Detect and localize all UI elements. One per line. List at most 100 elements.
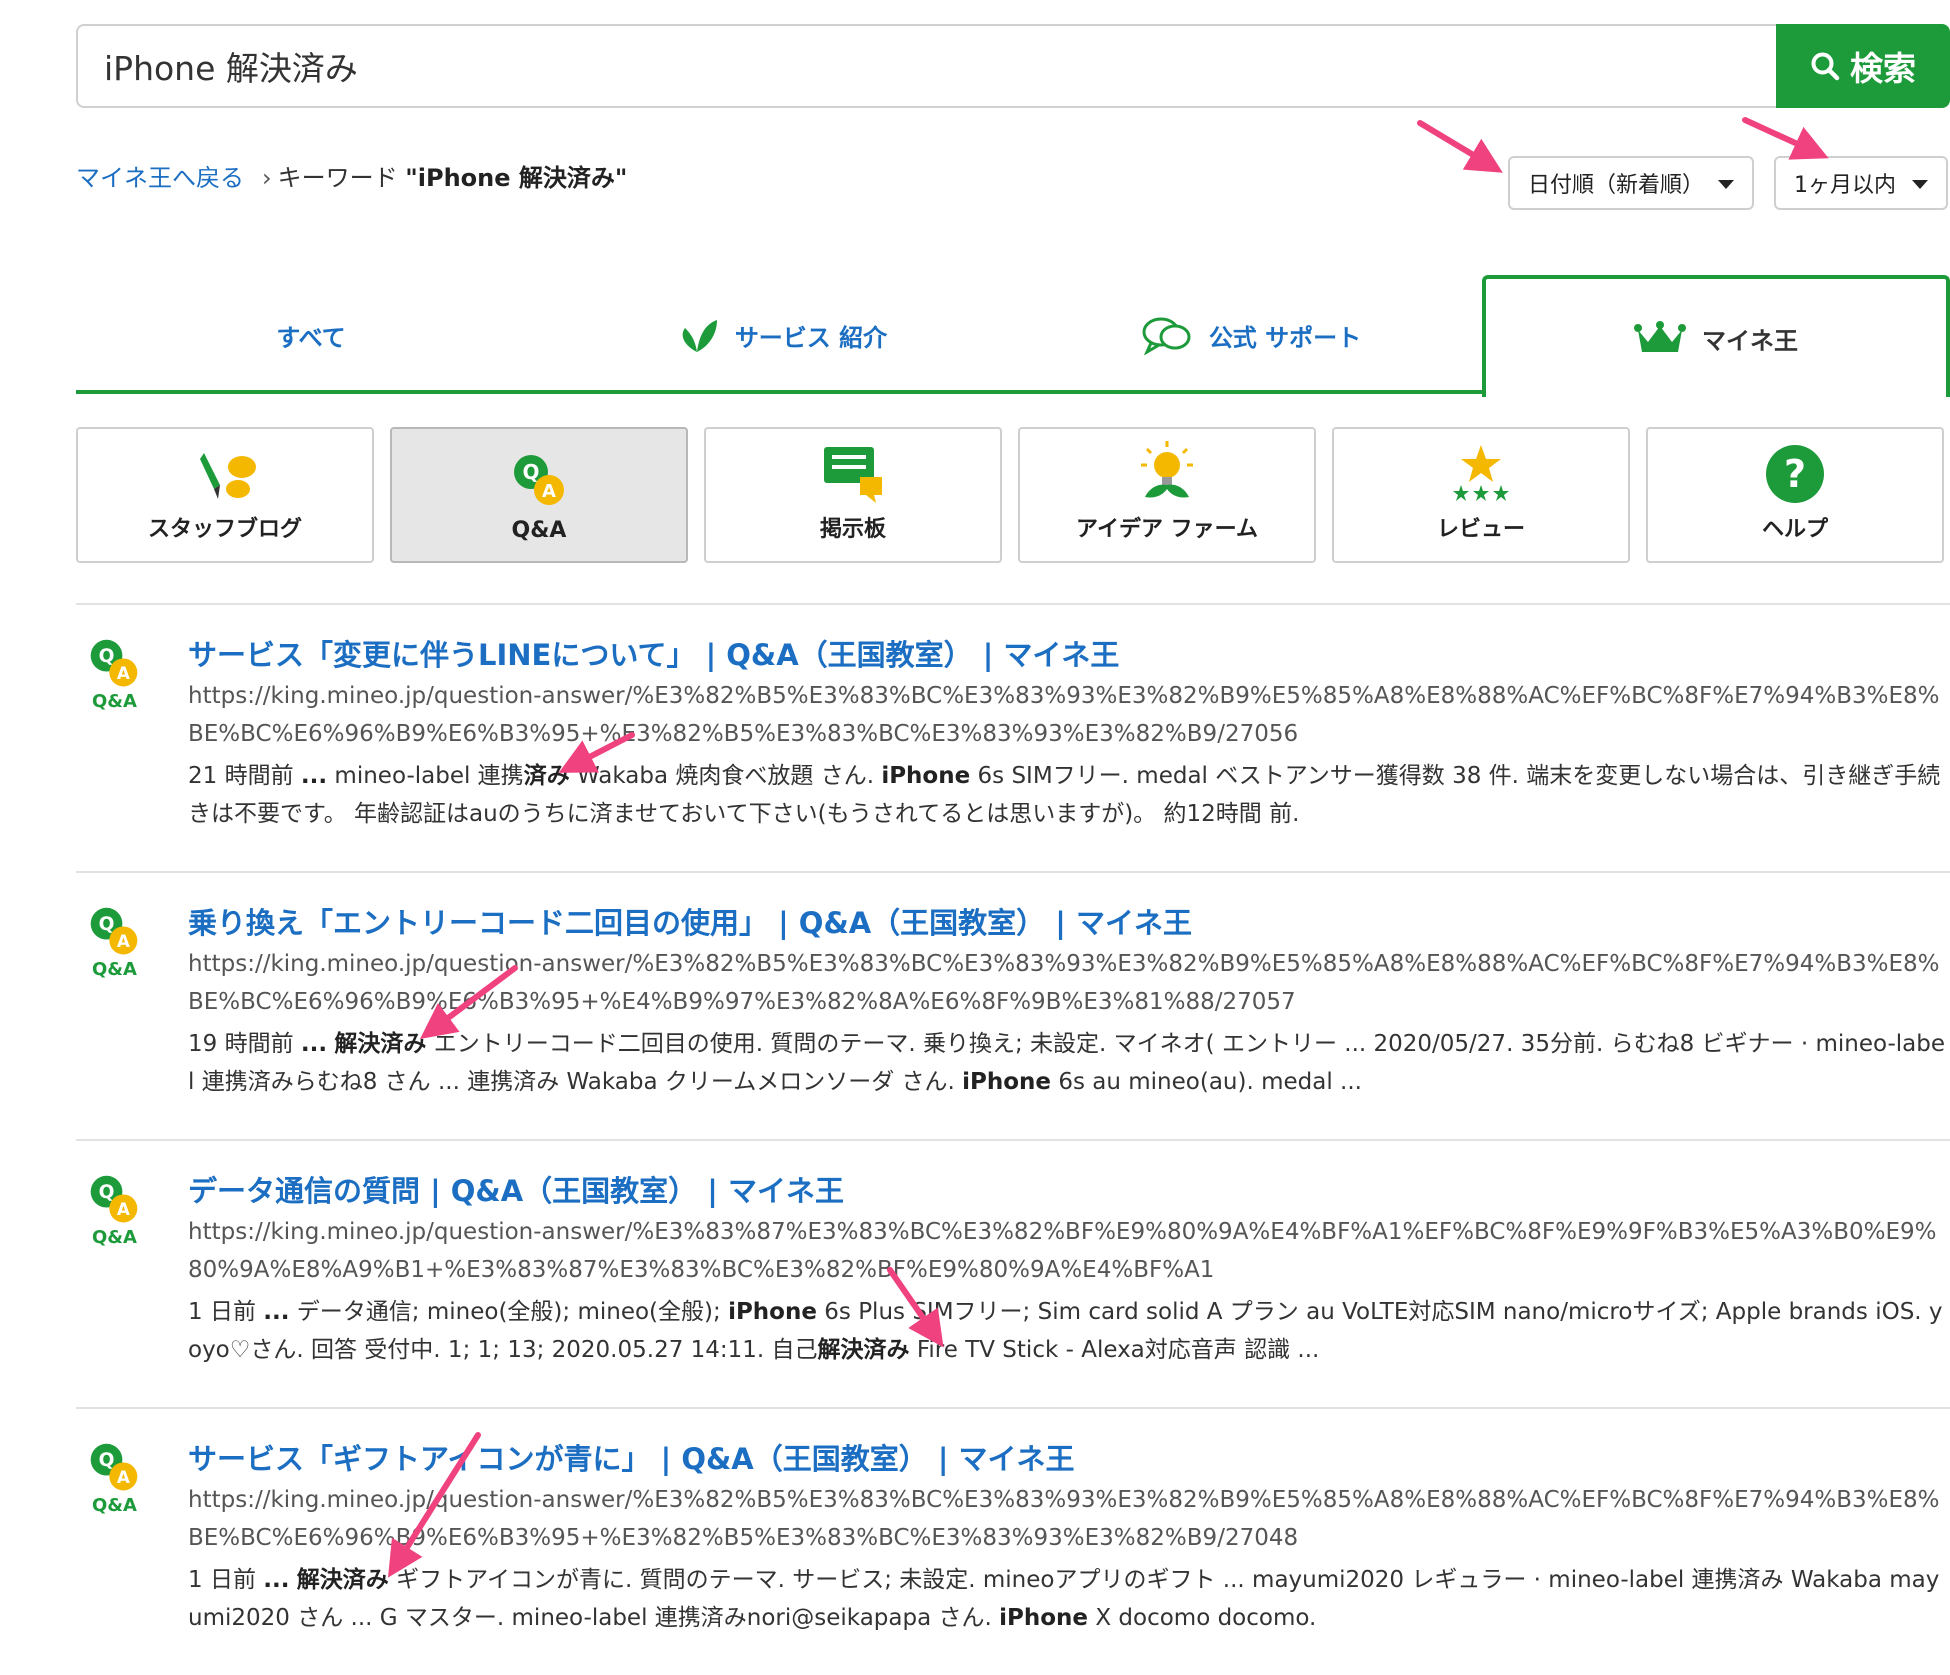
qa-icon: QA bbox=[90, 1443, 138, 1491]
result-icon-label: Q&A bbox=[92, 959, 137, 980]
breadcrumb-keyword: "iPhone 解決済み" bbox=[405, 164, 628, 192]
search-button-label: 検索 bbox=[1850, 49, 1916, 88]
result-qa-icon: QA Q&A bbox=[84, 637, 144, 712]
snippet-highlight: iPhone bbox=[881, 763, 971, 789]
snippet-highlight: iPhone bbox=[728, 1299, 817, 1325]
result-icon-label: Q&A bbox=[92, 1495, 137, 1516]
snippet-ellipsis: ... bbox=[300, 1031, 328, 1057]
result-title-link[interactable]: サービス「ギフトアイコンが青に」 | Q&A（王国教室） | マイネ王 bbox=[188, 1439, 1948, 1479]
snippet-text: Wakaba 焼肉食べ放題 さん. bbox=[569, 763, 882, 789]
result-item: QA Q&A データ通信の質問 | Q&A（王国教室） | マイネ王 https… bbox=[76, 1139, 1950, 1407]
category-help[interactable]: ? ヘルプ bbox=[1646, 427, 1944, 563]
lightbulb-plant-icon bbox=[1141, 441, 1193, 498]
annotation-arrow bbox=[1417, 120, 1503, 173]
tab-all[interactable]: すべて bbox=[76, 275, 546, 395]
pen-speech-icon bbox=[200, 453, 256, 499]
result-title-link[interactable]: 乗り換え「エントリーコード二回目の使用」 | Q&A（王国教室） | マイネ王 bbox=[188, 903, 1948, 943]
result-qa-icon: QA Q&A bbox=[84, 905, 144, 980]
category-label: ヘルプ bbox=[1761, 517, 1828, 542]
breadcrumb-separator: › bbox=[262, 164, 272, 192]
snippet-ellipsis: ... bbox=[263, 1567, 290, 1593]
category-label: アイデア ファーム bbox=[1076, 517, 1258, 542]
leaf-icon bbox=[682, 320, 717, 352]
breadcrumb: マイネ王へ戻る › キーワード "iPhone 解決済み" bbox=[76, 158, 627, 193]
search-button[interactable]: 検索 bbox=[1776, 24, 1950, 108]
category-review[interactable]: レビュー bbox=[1332, 427, 1630, 563]
category-qa[interactable]: QA Q&A bbox=[390, 427, 688, 563]
svg-text:?: ? bbox=[1784, 452, 1806, 496]
tab-label: 公式 サポート bbox=[1208, 323, 1362, 352]
snippet-ellipsis: ... bbox=[263, 1299, 290, 1325]
snippet-highlight: 解決済み bbox=[817, 1337, 910, 1363]
annotation-arrow bbox=[1742, 117, 1829, 160]
tab-support[interactable]: 公式 サポート bbox=[1016, 275, 1486, 395]
category-label: 掲示板 bbox=[819, 517, 886, 542]
category-label: スタッフブログ bbox=[147, 517, 302, 542]
tab-service[interactable]: サービス 紹介 bbox=[546, 275, 1016, 395]
chat-bubbles-icon bbox=[1142, 317, 1191, 355]
snippet-text bbox=[289, 1567, 296, 1593]
result-qa-icon: QA Q&A bbox=[84, 1173, 144, 1248]
result-body: サービス「ギフトアイコンが青に」 | Q&A（王国教室） | マイネ王 http… bbox=[188, 1439, 1948, 1637]
snippet-highlight: 解決済み bbox=[334, 1031, 427, 1057]
stars-icon bbox=[1453, 445, 1509, 501]
chevron-down-icon bbox=[1718, 180, 1734, 189]
source-tabs: すべて サービス 紹介 公式 サポート マイネ王 bbox=[76, 275, 1950, 397]
search-input[interactable] bbox=[76, 24, 1776, 108]
result-url: https://king.mineo.jp/question-answer/%E… bbox=[188, 683, 1940, 747]
board-icon bbox=[824, 447, 882, 503]
svg-text:Q: Q bbox=[99, 1450, 115, 1471]
category-idea-farm[interactable]: アイデア ファーム bbox=[1018, 427, 1316, 563]
svg-text:A: A bbox=[542, 481, 556, 502]
sort-select[interactable]: 日付順（新着順） bbox=[1508, 156, 1754, 210]
snippet-text: データ通信; mineo(全般); mineo(全般); bbox=[289, 1299, 729, 1325]
category-staff-blog[interactable]: スタッフブログ bbox=[76, 427, 374, 563]
category-board[interactable]: 掲示板 bbox=[704, 427, 1002, 563]
tab-mineo-king[interactable]: マイネ王 bbox=[1482, 275, 1950, 397]
snippet-text: 21 時間前 bbox=[188, 763, 301, 789]
qa-icon: QA bbox=[90, 639, 138, 687]
result-snippet: 21 時間前 ... mineo-label 連携済み Wakaba 焼肉食べ放… bbox=[188, 757, 1948, 833]
snippet-text: X docomo docomo. bbox=[1088, 1605, 1317, 1631]
svg-text:A: A bbox=[117, 1199, 130, 1219]
qa-icon: QA bbox=[514, 455, 564, 505]
snippet-text: 6s au mineo(au). medal ... bbox=[1051, 1069, 1362, 1095]
result-body: データ通信の質問 | Q&A（王国教室） | マイネ王 https://king… bbox=[188, 1171, 1948, 1369]
question-mark-icon: ? bbox=[1766, 445, 1824, 503]
snippet-highlight: iPhone bbox=[999, 1605, 1089, 1631]
svg-text:A: A bbox=[117, 931, 130, 951]
snippet-text: Fire TV Stick - Alexa対応音声 認識 ... bbox=[909, 1337, 1320, 1363]
qa-icon: QA bbox=[90, 907, 138, 955]
tab-label: マイネ王 bbox=[1702, 326, 1798, 355]
snippet-text: mineo-label 連携 bbox=[327, 763, 524, 789]
snippet-text: 1 日前 bbox=[188, 1567, 264, 1593]
search-results: QA Q&A サービス「変更に伴うLINEについて」 | Q&A（王国教室） |… bbox=[76, 603, 1950, 1675]
breadcrumb-prefix: キーワード bbox=[277, 164, 398, 192]
svg-text:Q: Q bbox=[99, 646, 115, 667]
result-snippet: 1 日前 ... データ通信; mineo(全般); mineo(全般); iP… bbox=[188, 1293, 1948, 1369]
result-title-link[interactable]: データ通信の質問 | Q&A（王国教室） | マイネ王 bbox=[188, 1171, 1948, 1211]
qa-icon: QA bbox=[90, 1175, 138, 1223]
crown-icon bbox=[1634, 321, 1686, 352]
chevron-down-icon bbox=[1912, 180, 1928, 189]
period-select[interactable]: 1ヶ月以内 bbox=[1774, 156, 1948, 210]
snippet-ellipsis: ... bbox=[300, 763, 328, 789]
back-link[interactable]: マイネ王へ戻る bbox=[76, 164, 244, 192]
result-icon-label: Q&A bbox=[92, 691, 137, 712]
svg-text:A: A bbox=[117, 663, 130, 683]
result-url: https://king.mineo.jp/question-answer/%E… bbox=[188, 951, 1940, 1015]
result-item: QA Q&A サービス「変更に伴うLINEについて」 | Q&A（王国教室） |… bbox=[76, 603, 1950, 871]
category-bar: スタッフブログ QA Q&A 掲示板 アイデア ファーム レビュー ? ヘルプ bbox=[76, 427, 1950, 565]
snippet-text: 19 時間前 bbox=[188, 1031, 301, 1057]
snippet-text: 1 日前 bbox=[188, 1299, 264, 1325]
snippet-highlight: 解決済み bbox=[296, 1567, 389, 1593]
result-title-link[interactable]: サービス「変更に伴うLINEについて」 | Q&A（王国教室） | マイネ王 bbox=[188, 635, 1948, 675]
snippet-highlight: 済み bbox=[523, 763, 570, 789]
period-select-value: 1ヶ月以内 bbox=[1794, 173, 1896, 198]
sort-select-value: 日付順（新着順） bbox=[1528, 173, 1705, 198]
result-url: https://king.mineo.jp/question-answer/%E… bbox=[188, 1219, 1937, 1283]
tab-label: サービス 紹介 bbox=[734, 323, 888, 352]
snippet-highlight: iPhone bbox=[962, 1069, 1052, 1095]
category-label: レビュー bbox=[1436, 517, 1525, 542]
search-icon bbox=[1811, 52, 1840, 81]
